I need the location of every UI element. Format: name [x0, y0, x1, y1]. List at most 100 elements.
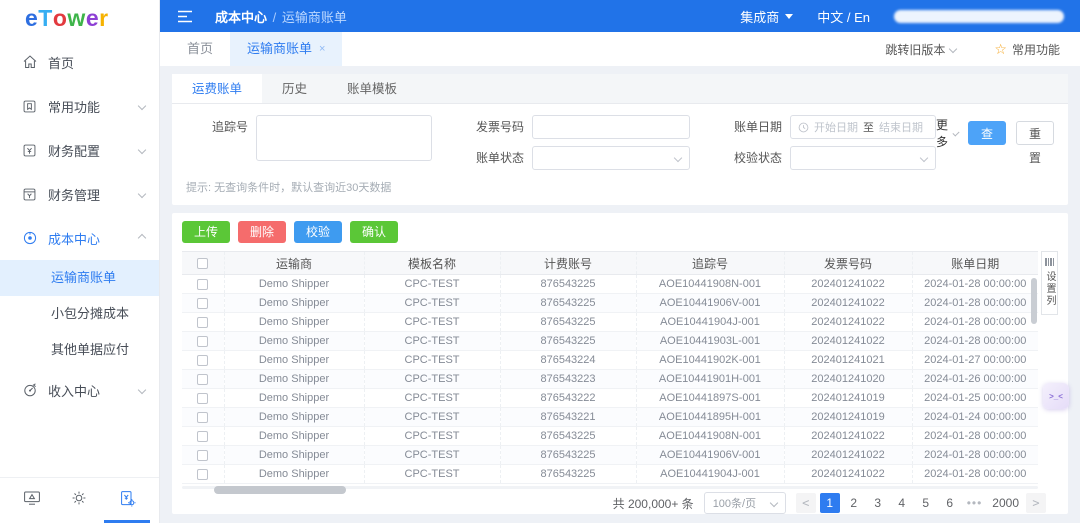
chevron-down-icon: [137, 145, 147, 155]
sidebar-footer-finance-tools-button[interactable]: [104, 478, 151, 523]
gear-icon: [71, 490, 87, 511]
page-button-2000[interactable]: 2000: [989, 493, 1022, 513]
bill-status-label: 账单状态: [475, 151, 524, 165]
date-end-placeholder: 结束日期: [879, 122, 923, 134]
page-button-3[interactable]: 3: [868, 493, 888, 513]
sidebar-item-carrier-bill[interactable]: 运输商账单: [0, 260, 159, 296]
row-checkbox[interactable]: [197, 449, 209, 461]
tracking-input[interactable]: [256, 115, 432, 161]
row-checkbox[interactable]: [197, 430, 209, 442]
page-button-4[interactable]: 4: [892, 493, 912, 513]
sidebar-item-frequent[interactable]: 常用功能: [0, 84, 159, 128]
table-cell: 876543223: [499, 369, 636, 389]
page-size-select[interactable]: 100条/页: [703, 492, 786, 514]
sidebar-item-other-doc-payable[interactable]: 其他单据应付: [0, 332, 159, 368]
row-checkbox[interactable]: [197, 468, 209, 480]
logo: eTower: [25, 4, 109, 31]
select-all-checkbox[interactable]: [197, 258, 209, 270]
vertical-scrollbar[interactable]: [1031, 278, 1037, 324]
table-cell: 2024-01-28 00:00:00: [911, 274, 1038, 294]
panel-tab-2[interactable]: 账单模板: [327, 74, 417, 103]
table-cell: AOE10441903L-001: [635, 331, 784, 351]
frequent-icon: [21, 98, 38, 115]
search-button[interactable]: 查询: [968, 121, 1007, 165]
language-toggle[interactable]: 中文 / En: [817, 7, 870, 26]
feedback-widget[interactable]: >_<: [1043, 383, 1069, 409]
table-row: Demo Shipper CPC-TEST 876543223 AOE10441901…: [182, 369, 1038, 389]
sidebar-item-revenue-center[interactable]: 收入中心: [0, 368, 159, 412]
chevron-down-icon: [919, 153, 929, 163]
row-checkbox[interactable]: [197, 392, 209, 404]
sidebar-item-cost-center[interactable]: 成本中心: [0, 216, 159, 260]
sidebar-footer-settings-button[interactable]: [59, 478, 99, 523]
reset-button[interactable]: 重置: [1016, 121, 1055, 165]
row-checkbox[interactable]: [197, 373, 209, 385]
panel-tab-0[interactable]: 运费账单: [172, 74, 263, 103]
table-cell: CPC-TEST: [363, 445, 500, 465]
table-head: 运输商 模板名称 计费账号 追踪号 发票号码 账单日期: [182, 251, 1038, 275]
more-filters-link[interactable]: 更多: [936, 116, 960, 150]
page-button-5[interactable]: 5: [916, 493, 936, 513]
sidebar-item-label: 首页: [48, 55, 75, 71]
legacy-version-link[interactable]: 跳转旧版本: [885, 41, 958, 58]
delete-button[interactable]: 删除: [238, 221, 287, 243]
table-row: Demo Shipper CPC-TEST 876543225 AOE10441904…: [182, 464, 1038, 484]
table-cell: AOE10441895H-001: [635, 407, 784, 427]
table-cell: 876543225: [499, 293, 636, 313]
column-settings-tab[interactable]: 设置列: [1041, 251, 1058, 315]
bill-date-range[interactable]: 开始日期 至 结束日期: [790, 115, 936, 139]
favorites-link[interactable]: ☆ 常用功能: [994, 41, 1060, 58]
sidebar-item-finance-config[interactable]: 财务配置: [0, 128, 159, 172]
user-info-redacted[interactable]: [894, 9, 1064, 23]
horizontal-scrollbar-track[interactable]: [182, 486, 1038, 494]
row-checkbox[interactable]: [197, 316, 209, 328]
row-checkbox[interactable]: [197, 335, 209, 347]
row-checkbox[interactable]: [197, 278, 209, 290]
table-cell: 2024-01-28 00:00:00: [911, 312, 1038, 332]
invoice-input[interactable]: [532, 115, 690, 139]
panel-tab-1[interactable]: 历史: [262, 74, 327, 103]
tracking-label: 追踪号: [211, 120, 248, 134]
next-page-button[interactable]: >: [1026, 493, 1046, 513]
table-cell: 2024-01-28 00:00:00: [911, 464, 1038, 484]
table-cell: 876543225: [499, 445, 636, 465]
sidebar-item-home[interactable]: 首页: [0, 40, 159, 84]
table-cell: 202401241019: [783, 407, 912, 427]
check-button[interactable]: 校验: [294, 221, 343, 243]
table-cell: CPC-TEST: [363, 293, 500, 313]
page-button-6[interactable]: 6: [940, 493, 960, 513]
close-tab-icon[interactable]: ×: [319, 32, 325, 66]
row-checkbox[interactable]: [197, 354, 209, 366]
invoice-label: 发票号码: [475, 120, 524, 134]
table-cell: Demo Shipper: [223, 312, 364, 332]
upload-button[interactable]: 上传: [182, 221, 231, 243]
horizontal-scrollbar-thumb[interactable]: [214, 486, 346, 494]
bill-status-select[interactable]: [532, 146, 690, 170]
table-cell: 876543225: [499, 312, 636, 332]
table-cell: Demo Shipper: [223, 407, 364, 427]
prev-page-button[interactable]: <: [795, 493, 816, 513]
breadcrumb-parent: 成本中心: [215, 9, 268, 25]
sidebar-item-finance-manage[interactable]: 财务管理: [0, 172, 159, 216]
filter-actions: 更多 查询 重置: [936, 115, 1055, 165]
table-cell: 202401241022: [783, 426, 912, 446]
monitor-icon: [23, 490, 41, 511]
row-checkbox[interactable]: [197, 297, 209, 309]
sidebar-item-label: 财务管理: [48, 187, 101, 203]
page-tab-bar: 首页 运输商账单 × 跳转旧版本 ☆ 常用功能: [160, 32, 1080, 66]
confirm-button[interactable]: 确认: [350, 221, 399, 243]
page-button-2[interactable]: 2: [844, 493, 864, 513]
columns-icon: [1045, 258, 1054, 266]
tab-carrier-bill[interactable]: 运输商账单 ×: [230, 32, 343, 66]
column-header: 运输商: [223, 251, 364, 275]
sidebar-footer-monitor-button[interactable]: [12, 478, 52, 523]
check-status-select[interactable]: [790, 146, 936, 170]
table-cell: 876543222: [499, 388, 636, 408]
integrator-dropdown[interactable]: 集成商: [740, 7, 794, 26]
page-button-1[interactable]: 1: [819, 493, 840, 513]
row-checkbox[interactable]: [197, 411, 209, 423]
tab-home[interactable]: 首页: [170, 32, 230, 66]
collapse-menu-icon[interactable]: [176, 8, 193, 25]
sidebar-item-parcel-share-cost[interactable]: 小包分摊成本: [0, 296, 159, 332]
topbar-right: 集成商 中文 / En: [740, 7, 1064, 26]
